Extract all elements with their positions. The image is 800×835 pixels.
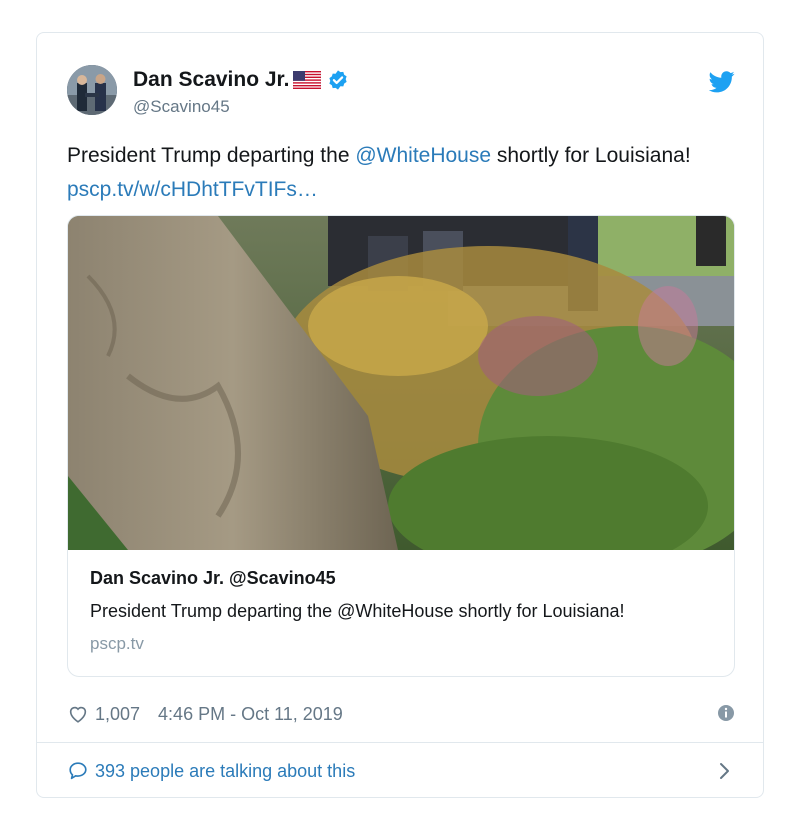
divider (37, 742, 763, 743)
timestamp[interactable]: 4:46 PM - Oct 11, 2019 (158, 704, 343, 725)
display-name-row: Dan Scavino Jr. (133, 67, 349, 93)
verified-badge-icon (327, 69, 349, 91)
talking-about-link[interactable]: 393 people are talking about this (95, 761, 355, 782)
heart-icon[interactable] (67, 703, 89, 725)
author-names: Dan Scavino Jr. @Scavino45 (133, 67, 349, 117)
speech-bubble-icon (67, 760, 89, 782)
tweet-url-link[interactable]: pscp.tv/w/cHDhtTFvTIFs… (67, 178, 318, 201)
author-handle[interactable]: @Scavino45 (133, 97, 349, 117)
mention-link[interactable]: @WhiteHouse (355, 144, 491, 167)
video-preview[interactable] (68, 216, 734, 576)
chevron-right-icon[interactable] (719, 761, 731, 781)
tweet-text-part: President Trump departing the (67, 144, 356, 167)
us-flag-icon (293, 70, 322, 90)
tweet-text-part: shortly for Louisiana! (491, 144, 691, 167)
like-count[interactable]: 1,007 (95, 704, 140, 725)
tweet-embed-card[interactable]: Dan Scavino Jr. @Scavino45 President Tru… (36, 32, 764, 798)
link-preview-card[interactable]: Dan Scavino Jr. @Scavino45 President Tru… (67, 215, 735, 677)
tweet-meta: 1,007 4:46 PM - Oct 11, 2019 (67, 699, 735, 729)
twitter-bird-icon[interactable] (708, 71, 735, 93)
card-description: President Trump departing the @WhiteHous… (90, 601, 625, 621)
card-domain: pscp.tv (90, 634, 144, 653)
display-name[interactable]: Dan Scavino Jr. (133, 68, 289, 92)
conversation-footer[interactable]: 393 people are talking about this (67, 755, 735, 787)
avatar[interactable] (67, 65, 117, 115)
card-title: Dan Scavino Jr. @Scavino45 (90, 568, 336, 588)
tweet-text: President Trump departing the @WhiteHous… (67, 139, 727, 207)
card-body: Dan Scavino Jr. @Scavino45 President Tru… (90, 568, 720, 654)
tweet-header: Dan Scavino Jr. @Scavino45 (67, 63, 735, 119)
info-icon[interactable] (717, 704, 735, 722)
